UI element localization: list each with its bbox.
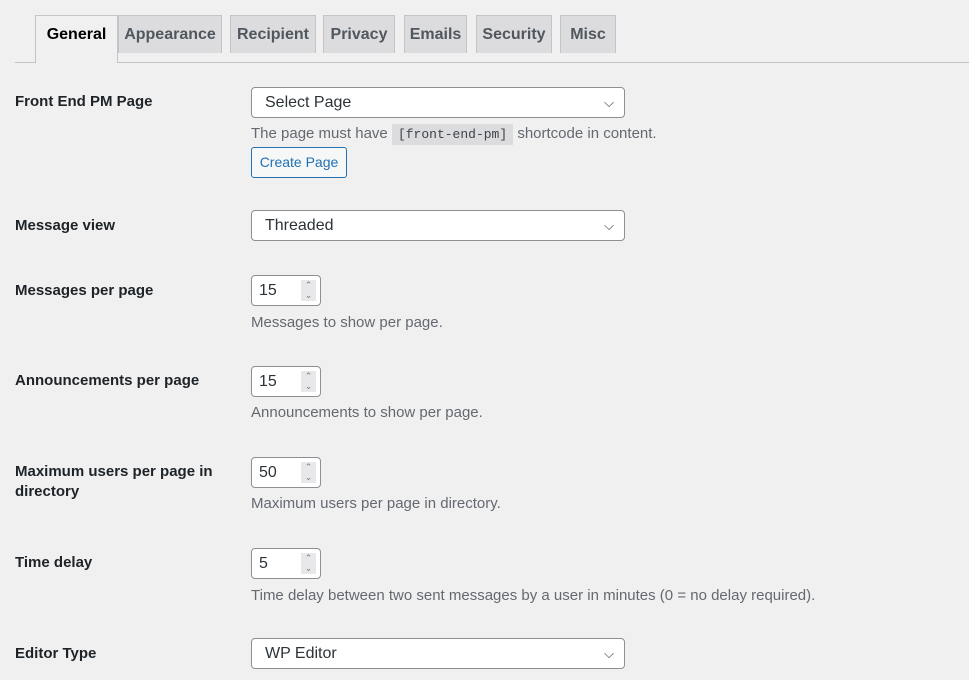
- input-value: 15: [259, 282, 277, 299]
- message-view-label: Message view: [15, 217, 116, 234]
- chevron-down-icon: ⌵: [604, 218, 614, 233]
- chevron-down-icon: ⌵: [604, 95, 614, 110]
- input-value: 5: [259, 555, 268, 572]
- input-value: 15: [259, 373, 277, 390]
- select-value: Select Page: [265, 94, 352, 111]
- tab-recipient[interactable]: Recipient: [230, 15, 316, 53]
- message-view-select[interactable]: Threaded ⌵: [251, 210, 625, 241]
- max-users-input[interactable]: 50 ⌃ ⌄: [251, 457, 321, 488]
- time-delay-label: Time delay: [15, 554, 93, 571]
- time-delay-description: Time delay between two sent messages by …: [251, 587, 816, 604]
- tab-misc[interactable]: Misc: [560, 15, 616, 53]
- announcements-per-page-label: Announcements per page: [15, 372, 200, 389]
- max-users-description: Maximum users per page in directory.: [251, 495, 501, 512]
- editor-type-label: Editor Type: [15, 645, 97, 662]
- tab-privacy[interactable]: Privacy: [323, 15, 395, 53]
- select-value: WP Editor: [265, 645, 337, 662]
- messages-per-page-label: Messages per page: [15, 282, 154, 299]
- time-delay-input[interactable]: 5 ⌃ ⌄: [251, 548, 321, 579]
- select-value: Threaded: [265, 217, 334, 234]
- tab-appearance[interactable]: Appearance: [118, 15, 222, 53]
- spinner-icon[interactable]: ⌃ ⌄: [301, 371, 316, 392]
- front-end-pm-page-description: The page must have [front-end-pm] shortc…: [251, 124, 657, 145]
- tab-general[interactable]: General: [35, 15, 118, 63]
- spinner-icon[interactable]: ⌃ ⌄: [301, 280, 316, 301]
- announcements-per-page-description: Announcements to show per page.: [251, 404, 483, 421]
- editor-type-select[interactable]: WP Editor ⌵: [251, 638, 625, 669]
- messages-per-page-input[interactable]: 15 ⌃ ⌄: [251, 275, 321, 306]
- create-page-button[interactable]: Create Page: [251, 147, 347, 178]
- messages-per-page-description: Messages to show per page.: [251, 314, 443, 331]
- desc-before: The page must have: [251, 125, 388, 142]
- input-value: 50: [259, 464, 277, 481]
- spinner-icon[interactable]: ⌃ ⌄: [301, 462, 316, 483]
- spinner-icon[interactable]: ⌃ ⌄: [301, 553, 316, 574]
- settings-tabs: General Appearance Recipient Privacy Ema…: [15, 15, 969, 63]
- front-end-pm-page-select[interactable]: Select Page ⌵: [251, 87, 625, 118]
- tab-emails[interactable]: Emails: [404, 15, 467, 53]
- tab-security[interactable]: Security: [476, 15, 552, 53]
- desc-after: shortcode in content.: [517, 125, 657, 142]
- front-end-pm-page-label: Front End PM Page: [15, 93, 153, 110]
- chevron-down-icon: ⌵: [604, 646, 614, 661]
- shortcode: [front-end-pm]: [391, 124, 514, 145]
- max-users-label: Maximum users per page in directory: [15, 463, 213, 500]
- announcements-per-page-input[interactable]: 15 ⌃ ⌄: [251, 366, 321, 397]
